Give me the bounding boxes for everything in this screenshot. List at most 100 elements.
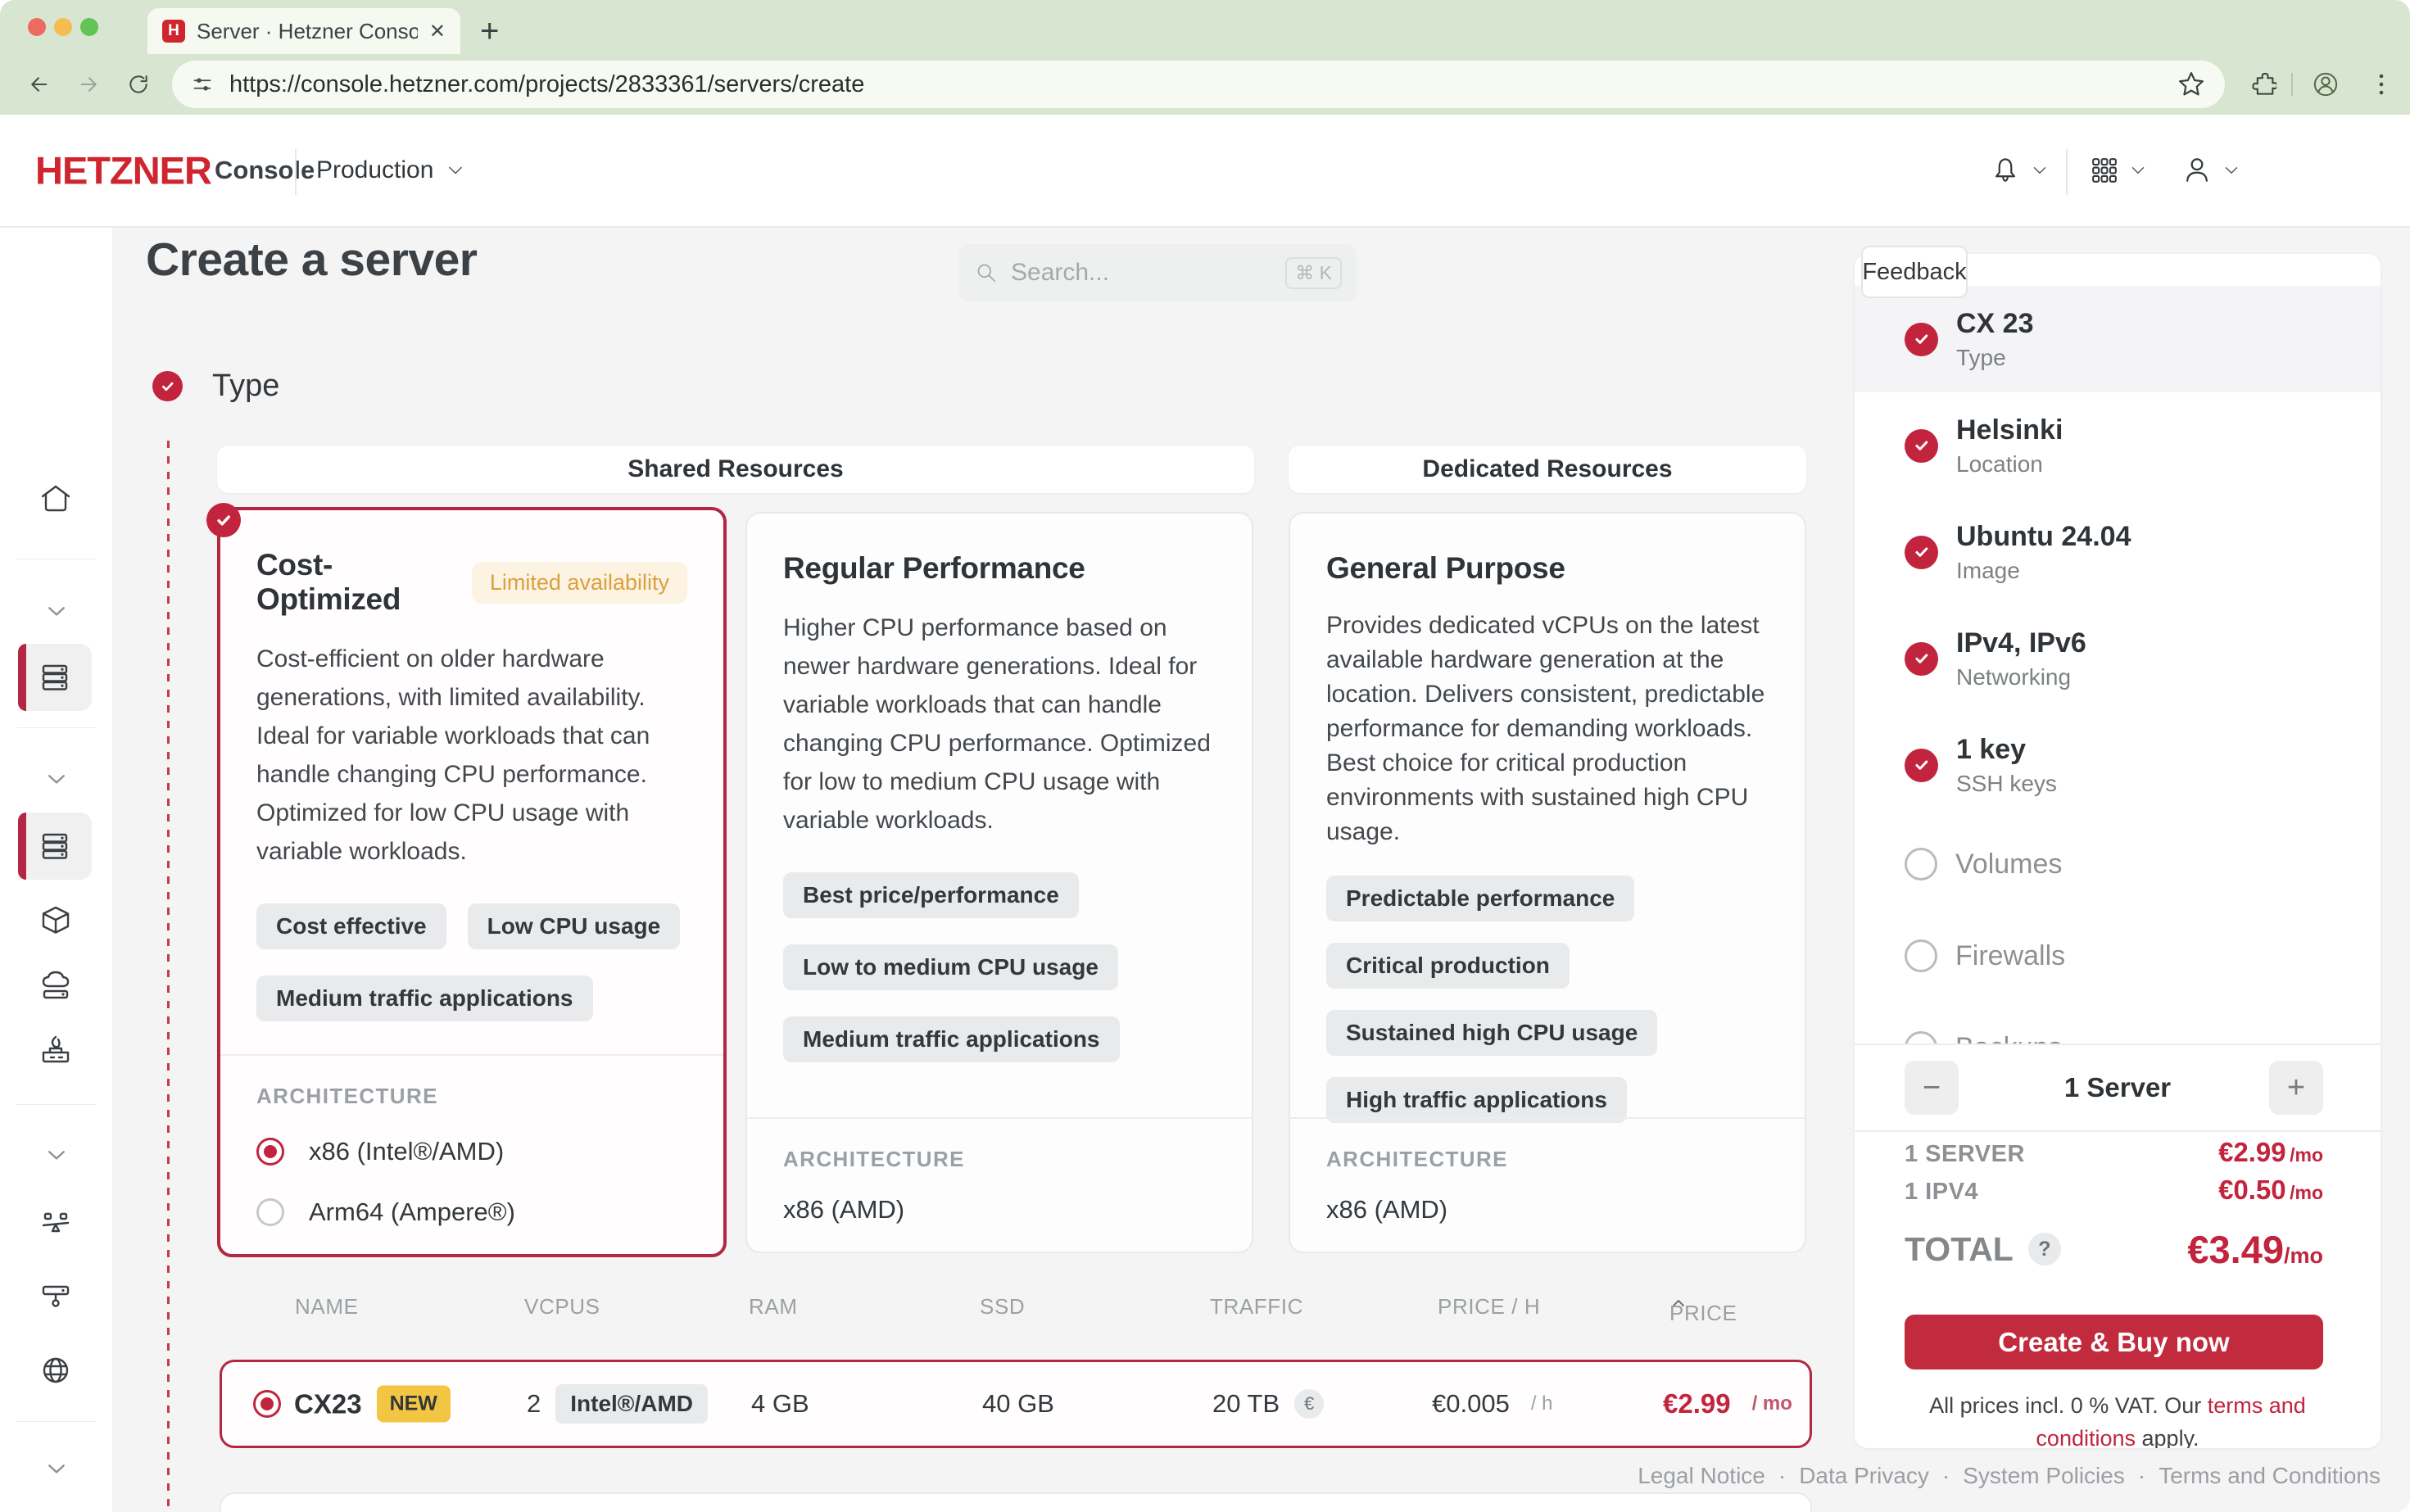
pricing-summary: 1 SERVER €2.99 /mo 1 IPV4 €0.50 /mo TOTA… (1905, 1137, 2323, 1273)
search-input[interactable]: Search... ⌘ K (958, 244, 1357, 301)
footer-link-legal-notice[interactable]: Legal Notice (1638, 1463, 1765, 1489)
sidebar-item-server-active[interactable] (18, 813, 92, 880)
done-check-icon (1905, 323, 1938, 356)
column-vcpus[interactable]: VCPUS (524, 1294, 600, 1320)
close-window-button[interactable] (28, 18, 46, 36)
hetzner-logo[interactable]: HETZNER (35, 148, 211, 193)
tag: Medium traffic applications (783, 1016, 1120, 1062)
footer-link-data-privacy[interactable]: Data Privacy (1799, 1463, 1929, 1489)
toolbar-divider (2291, 73, 2293, 96)
chevron-down-icon[interactable] (43, 1144, 70, 1166)
radio-arm64[interactable]: Arm64 (Ampere®) (256, 1194, 687, 1230)
summary-step-type[interactable]: CX 23Type (1855, 286, 2381, 392)
tag: Sustained high CPU usage (1326, 1010, 1657, 1056)
tag: Low CPU usage (468, 903, 681, 949)
browser-tab[interactable]: H Server · Hetzner Console ✕ (147, 8, 460, 54)
increase-count-button[interactable]: + (2269, 1061, 2323, 1115)
browser-profile-avatar[interactable] (2312, 70, 2340, 98)
header-divider (2066, 149, 2068, 195)
globe-icon[interactable] (38, 1352, 74, 1388)
card-regular-performance[interactable]: Regular Performance Higher CPU performan… (745, 512, 1253, 1253)
footer-link-terms[interactable]: Terms and Conditions (2159, 1463, 2381, 1489)
tag: High traffic applications (1326, 1077, 1627, 1123)
table-row-cx33[interactable]: CX33 NEW 4 Intel®/AMD 8 GB 80 GB 20 TB €… (220, 1492, 1812, 1512)
server-name: CX23 (294, 1388, 362, 1419)
card-general-purpose[interactable]: General Purpose Provides dedicated vCPUs… (1289, 512, 1806, 1253)
close-tab-icon[interactable]: ✕ (429, 20, 446, 43)
reload-icon[interactable] (125, 70, 152, 98)
total-help-icon[interactable]: ? (2028, 1233, 2061, 1265)
image-cube-icon[interactable] (38, 903, 74, 939)
cpu-vendor-badge: Intel®/AMD (555, 1384, 708, 1424)
server-table-header: NAME VCPUS RAM SSD TRAFFIC PRICE / H PRI… (220, 1288, 1812, 1329)
create-buy-now-button[interactable]: Create & Buy now (1905, 1315, 2323, 1369)
chevron-down-icon (2222, 161, 2241, 180)
radio-selected-icon[interactable] (256, 1138, 284, 1166)
browser-menu-icon[interactable] (2367, 70, 2395, 98)
summary-step-image[interactable]: Ubuntu 24.04Image (1855, 499, 2381, 605)
new-tab-button[interactable]: + (480, 10, 499, 52)
architecture-label: ARCHITECTURE (1326, 1147, 1769, 1172)
apps-menu[interactable] (2089, 155, 2148, 186)
radio-unselected-icon[interactable] (256, 1198, 284, 1226)
url-text[interactable]: https://console.hetzner.com/projects/283… (229, 71, 2161, 98)
tag: Best price/performance (783, 872, 1079, 918)
footer-separator: · (1942, 1463, 1950, 1489)
column-ram[interactable]: RAM (749, 1294, 798, 1320)
column-traffic[interactable]: TRAFFIC (1210, 1294, 1303, 1320)
ssd-value: 40 GB (982, 1389, 1054, 1419)
summary-step-backups[interactable]: Backups (1855, 1002, 2381, 1043)
server-group-icon (37, 659, 73, 695)
bookmark-star-icon[interactable] (2176, 69, 2207, 100)
summary-step-networking[interactable]: IPv4, IPv6Networking (1855, 605, 2381, 712)
extensions-puzzle-icon[interactable] (2249, 70, 2276, 98)
forward-icon[interactable] (75, 70, 103, 98)
done-check-icon (1905, 642, 1938, 676)
summary-step-firewalls[interactable]: Firewalls (1855, 910, 2381, 1002)
back-icon[interactable] (25, 70, 52, 98)
maximize-window-button[interactable] (80, 18, 98, 36)
total-label: TOTAL (1905, 1230, 2014, 1269)
dedicated-resources-header[interactable]: Dedicated Resources (1289, 446, 1806, 493)
summary-step-volumes[interactable]: Volumes (1855, 818, 2381, 910)
tag: Cost effective (256, 903, 446, 949)
total-unit: /mo (2284, 1243, 2323, 1268)
price-line-ipv4: 1 IPV4 €0.50 /mo (1905, 1175, 2323, 1212)
site-settings-icon[interactable] (190, 72, 215, 97)
card-tags: Cost effective Low CPU usage Medium traf… (256, 903, 687, 1021)
minimize-window-button[interactable] (54, 18, 72, 36)
network-icon[interactable] (38, 1277, 74, 1313)
footer-link-system-policies[interactable]: System Policies (1963, 1463, 2125, 1489)
column-name[interactable]: NAME (295, 1294, 359, 1320)
url-bar[interactable]: https://console.hetzner.com/projects/283… (172, 61, 2225, 108)
sidebar-item-servers-active[interactable] (18, 644, 92, 711)
chevron-down-icon[interactable] (43, 600, 70, 622)
row-radio-selected[interactable] (253, 1390, 281, 1418)
load-balancer-icon[interactable] (38, 1206, 74, 1242)
project-selector[interactable]: Production (316, 156, 466, 184)
chevron-down-icon[interactable] (43, 768, 70, 790)
primary-ip-cloud-icon[interactable] (38, 967, 74, 1003)
traffic-value: 20 TB (1212, 1389, 1280, 1419)
column-price-hour[interactable]: PRICE / H (1438, 1294, 1540, 1320)
account-menu[interactable] (2181, 154, 2241, 187)
shared-resources-header[interactable]: Shared Resources (217, 446, 1254, 493)
chevron-down-icon[interactable] (43, 1458, 70, 1479)
card-tags: Predictable performance Critical product… (1326, 876, 1769, 1123)
chevron-down-icon (2030, 161, 2050, 180)
sidebar-divider (16, 1421, 96, 1422)
card-cost-optimized[interactable]: Cost-Optimized Limited availability Cost… (217, 507, 727, 1257)
radio-x86[interactable]: x86 (Intel®/AMD) (256, 1134, 687, 1170)
price-month-unit: / mo (1752, 1392, 1792, 1415)
feedback-button[interactable]: Feedback (1861, 246, 1968, 298)
summary-step-ssh-keys[interactable]: 1 keySSH keys (1855, 712, 2381, 818)
firewall-icon[interactable] (38, 1032, 74, 1068)
summary-step-location[interactable]: HelsinkiLocation (1855, 392, 2381, 499)
home-icon[interactable] (38, 481, 74, 517)
column-price[interactable]: PRICE (1669, 1294, 1687, 1312)
column-ssd[interactable]: SSD (980, 1294, 1025, 1320)
table-row-cx23-selected[interactable]: CX23 NEW 2 Intel®/AMD 4 GB 40 GB 20 TB €… (220, 1360, 1812, 1448)
notifications-menu[interactable] (1989, 154, 2050, 187)
stepper-dashed-line (167, 441, 170, 1512)
architecture-section: ARCHITECTURE x86 (AMD) (747, 1117, 1252, 1225)
